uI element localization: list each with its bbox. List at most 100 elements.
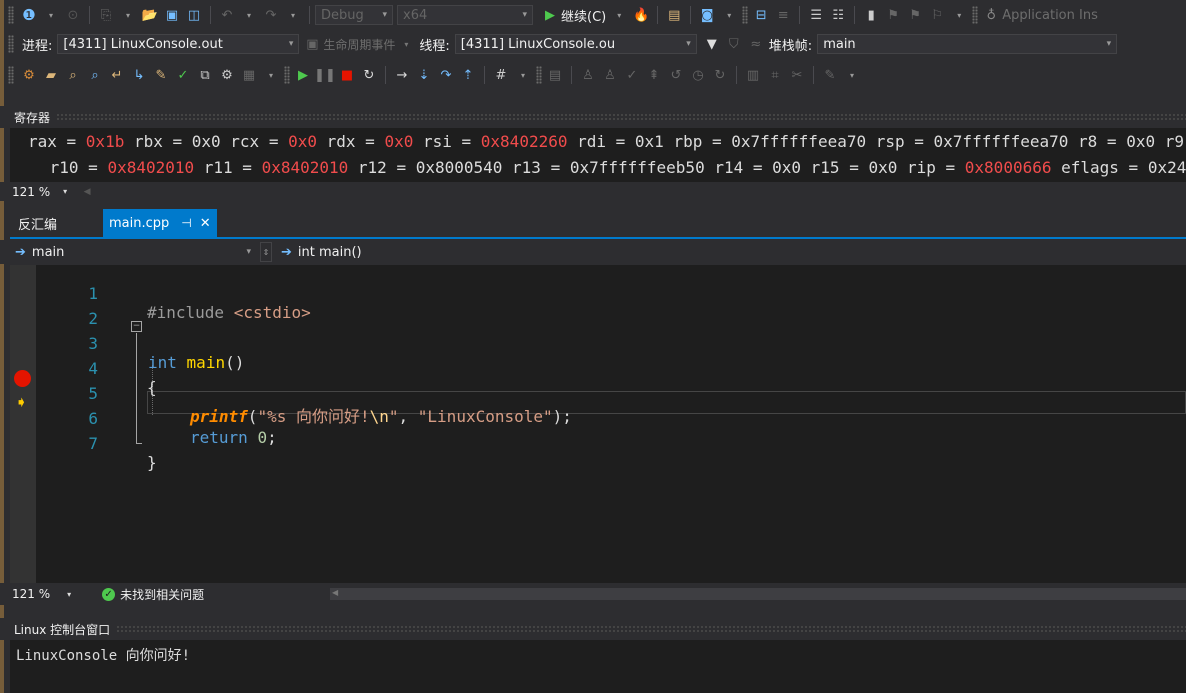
spell-check-icon[interactable]: ✓ (174, 66, 192, 84)
show-threads-in-source-icon: ≈ (750, 36, 762, 52)
toggle-thread-filter-icon: ⛉ (728, 36, 739, 52)
stop-debugging-icon[interactable]: ■ (338, 66, 356, 84)
open-file-icon[interactable]: 📂 (141, 6, 159, 24)
step-out-icon[interactable]: ⇡ (459, 66, 477, 84)
find-icon[interactable]: ⌕ (64, 66, 82, 84)
toolbar-grip[interactable] (742, 6, 749, 24)
code-line: 1 #include <cstdio> (10, 265, 1186, 322)
registers-title: 寄存器 (14, 110, 51, 125)
issues-status-text[interactable]: 未找到相关问题 (120, 586, 204, 603)
show-next-statement-icon[interactable]: → (393, 66, 411, 84)
refresh-icon: ↻ (714, 67, 726, 83)
dropdown-arrow-icon[interactable]: ▾ (950, 6, 968, 24)
filter-icon[interactable]: ▼ (703, 35, 721, 53)
toolbar-grip[interactable] (8, 35, 14, 53)
close-icon[interactable]: ✕ (200, 216, 211, 231)
application-insights-button[interactable]: Application Ins (1002, 8, 1098, 23)
toolbar-grip[interactable] (8, 66, 14, 84)
toolbar-grip[interactable] (284, 66, 290, 84)
dropdown-arrow-icon[interactable]: ▾ (240, 6, 258, 24)
solution-platform-select[interactable]: x64 ▾ (397, 5, 533, 25)
active-tab-underline (10, 237, 1186, 239)
continue-button[interactable]: 继续(C) (561, 6, 606, 25)
dropdown-arrow-icon[interactable]: ▾ (610, 6, 628, 24)
folder-icon[interactable]: ▰ (42, 66, 60, 84)
solution-explorer-icon[interactable]: ▤ (665, 6, 683, 24)
tab-disassembly[interactable]: 反汇编 (12, 209, 63, 237)
hot-reload-icon[interactable]: 🔥 (632, 6, 650, 24)
register-value-changed: 0x8402010 (107, 158, 195, 177)
toolbar-grip[interactable] (536, 66, 542, 84)
dropdown-arrow-icon[interactable]: ▾ (514, 66, 532, 84)
horizontal-scrollbar[interactable]: ◀ (330, 588, 1186, 600)
tools-icon: ✎ (824, 67, 836, 83)
step-forward-icon[interactable]: ↳ (130, 66, 148, 84)
register-value-changed: 0x0 (288, 132, 317, 151)
registers-status-bar: 121 % ▾ ◀ (0, 182, 1186, 201)
history-icon: ◷ (692, 67, 704, 83)
standard-toolbar: ❶ ▾ ⊙ ⎘ ▾ 📂 ▣ ◫ ↶ ▾ ↷ ▾ Debug ▾ x64 ▾ ▶ 继续… (0, 2, 1186, 28)
member-select[interactable]: ➔ int main() (276, 242, 576, 262)
dropdown-arrow-icon[interactable]: ▾ (42, 6, 60, 24)
window-icon[interactable]: ⧉ (196, 66, 214, 84)
dropdown-arrow-icon[interactable]: ▾ (262, 66, 280, 84)
dropdown-arrow-icon[interactable]: ▾ (284, 6, 302, 24)
database-icon: ▥ (746, 67, 760, 83)
zoom-dropdown-icon[interactable]: ▾ (60, 585, 78, 603)
screenshot-icon[interactable]: ◙ (698, 6, 716, 24)
editor-zoom[interactable]: 121 % (12, 587, 50, 601)
split-view-icon[interactable]: ⇕ (260, 242, 272, 262)
dropdown-arrow-icon[interactable]: ▾ (843, 66, 861, 84)
dropdown-arrow-icon[interactable]: ▾ (720, 6, 738, 24)
step-over-icon[interactable]: ↷ (437, 66, 455, 84)
save-icon[interactable]: ▣ (163, 6, 181, 24)
solution-platform-value: x64 (403, 7, 428, 23)
linux-console-title: Linux 控制台窗口 (14, 622, 111, 637)
code-editor[interactable]: ➧ − 1 #include <cstdio> 2 3 int main() 4… (10, 265, 1186, 583)
thread-label: 线程: (419, 38, 450, 54)
stackframe-select[interactable]: main ▾ (817, 34, 1118, 54)
comment-icon[interactable]: ☰ (807, 6, 825, 24)
scroll-left-icon[interactable]: ◀ (332, 588, 338, 597)
save-all-icon[interactable]: ◫ (185, 6, 203, 24)
registers-header: 寄存器 (0, 106, 1186, 128)
registers-line-2: r10 = 0x8402010 r11 = 0x8402010 r12 = 0x… (40, 158, 1186, 177)
uncomment-icon[interactable]: ☷ (829, 6, 847, 24)
tab-main-cpp-label: main.cpp (109, 215, 170, 231)
settings-icon[interactable]: ⚙ (218, 66, 236, 84)
register-value-changed: 0x8402010 (261, 158, 349, 177)
process-select[interactable]: [4311] LinuxConsole.out ▾ (57, 34, 300, 54)
solution-config-select[interactable]: Debug ▾ (315, 5, 393, 25)
dropdown-arrow-icon[interactable]: ▾ (397, 35, 415, 53)
restart-icon[interactable]: ↻ (360, 66, 378, 84)
continue-icon[interactable]: ▶ (541, 6, 559, 24)
scroll-left-icon[interactable]: ◀ (78, 183, 96, 201)
thread-select[interactable]: [4311] LinuxConsole.ou ▾ (454, 34, 697, 54)
console-output-text: LinuxConsole 向你问好! (16, 648, 191, 664)
register-text: rax = (28, 132, 86, 151)
lifecycle-events-button[interactable]: 生命周期事件 (323, 36, 395, 53)
linux-console-panel[interactable]: LinuxConsole 向你问好! (10, 640, 1186, 693)
attach-process-icon[interactable]: ⚙ (20, 66, 38, 84)
toolbar-grip[interactable] (972, 6, 979, 24)
step-back-icon[interactable]: ↵ (108, 66, 126, 84)
dropdown-arrow-icon[interactable]: ▾ (119, 6, 137, 24)
registers-zoom[interactable]: 121 % (12, 185, 50, 199)
bookmark-icon[interactable]: ▮ (862, 6, 880, 24)
pin-icon[interactable]: ⊣ (181, 216, 191, 230)
member-value: int main() (297, 244, 362, 260)
scope-select[interactable]: ➔ main ▾ (10, 242, 256, 262)
continue-debug-icon[interactable]: ▶ (294, 66, 312, 84)
arrow-right-icon: ➔ (15, 244, 26, 260)
back-nav-icon[interactable]: ❶ (20, 6, 38, 24)
quick-find-icon[interactable]: ⌕ (86, 66, 104, 84)
intellitrace-icon[interactable]: ✎ (152, 66, 170, 84)
step-into-icon[interactable]: ⇣ (415, 66, 433, 84)
zoom-dropdown-icon[interactable]: ▾ (56, 183, 74, 201)
hex-display-icon[interactable]: # (492, 66, 510, 84)
registers-panel[interactable]: rax = 0x1b rbx = 0x0 rcx = 0x0 rdx = 0x0… (10, 128, 1186, 182)
step-into-specific-icon[interactable]: ⊟ (752, 6, 770, 24)
toolbar-grip[interactable] (8, 6, 14, 24)
code-line: 3 int main() (10, 315, 1186, 372)
tab-main-cpp[interactable]: main.cpp ⊣ ✕ (103, 209, 217, 237)
